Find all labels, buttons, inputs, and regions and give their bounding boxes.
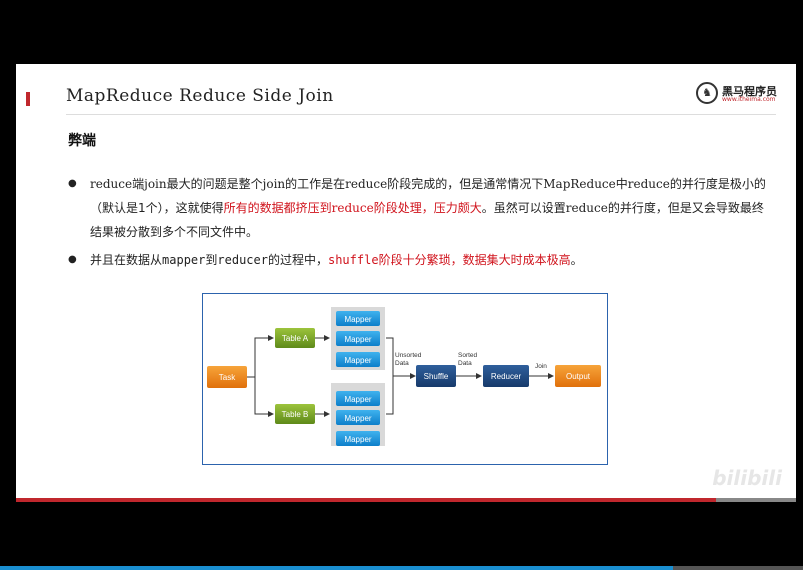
text-run: 的过程中， [267, 253, 328, 267]
bullet-list: ● reduce端join最大的问题是整个join的工作是在reduce阶段完成… [68, 172, 768, 276]
table-b-label: Table B [282, 410, 309, 419]
unsorted-label-2: Data [395, 360, 409, 367]
video-progress-remaining[interactable] [673, 566, 803, 570]
text-run: reducer [217, 253, 268, 267]
connector-mappers-b-shuffle [386, 376, 394, 415]
text-run: reduce [565, 201, 608, 215]
highlight-text: 所有的数据都挤压到 [223, 201, 332, 215]
unsorted-label: Unsorted [395, 352, 422, 359]
mapper-label: Mapper [344, 435, 371, 444]
shuffle-label: Shuffle [424, 372, 449, 381]
text-run: 中 [615, 177, 628, 191]
text-run: join [262, 177, 286, 191]
bullet-item-2: ● 并且在数据从mapper到reducer的过程中，shuffle阶段十分繁琐… [68, 248, 768, 272]
text-run: 。虽然可以设置 [481, 201, 566, 215]
sorted-label: Sorted [458, 352, 478, 359]
section-heading: 弊端 [68, 133, 96, 149]
highlight-text: 阶段处理，压力颇大 [373, 201, 482, 215]
text-run: reduce [90, 177, 133, 191]
text-run: 阶段完成的，但是通常情况下 [387, 177, 544, 191]
table-a-label: Table A [282, 334, 309, 343]
text-run: MapReduce [543, 177, 616, 191]
horse-logo-icon: ♞ [696, 82, 718, 104]
text-run: 到 [205, 253, 218, 267]
mapper-label: Mapper [344, 356, 371, 365]
text-run: 并且在数据从 [90, 253, 163, 267]
text-run: mapper [162, 253, 206, 267]
mapper-label: Mapper [344, 395, 371, 404]
highlight-text: shuffle [327, 253, 379, 267]
bullet-dot-icon: ● [68, 254, 77, 265]
logo-url: www.itheima.com [722, 96, 776, 103]
bilibili-watermark: bilibili [712, 466, 782, 490]
text-run: join [144, 177, 167, 191]
text-run: 的工作是在 [285, 177, 346, 191]
diagram-canvas: Task Table A Table B Mapper Mapper Mappe… [207, 307, 601, 446]
title-accent-bar [26, 92, 30, 106]
mapper-label: Mapper [344, 335, 371, 344]
mapper-label: Mapper [344, 315, 371, 324]
sorted-label-2: Data [458, 360, 472, 367]
text-run: reduce [627, 177, 670, 191]
text-run: reduce [345, 177, 388, 191]
slide-bottom-band-tail [716, 498, 796, 502]
slide-title: MapReduce Reduce Side Join [66, 86, 334, 106]
slide-bottom-band [16, 498, 796, 502]
reduce-side-join-diagram: Task Table A Table B Mapper Mapper Mappe… [202, 293, 608, 465]
brand-logo: ♞ 黑马程序员 www.itheima.com [696, 82, 777, 108]
output-label: Output [566, 372, 591, 381]
text-run: 。 [570, 253, 583, 267]
connector-task-table-b [254, 377, 274, 417]
text-run: 最大的问题是整个 [166, 177, 263, 191]
title-divider [66, 114, 776, 115]
highlight-text: reduce [331, 201, 374, 215]
bullet-item-1: ● reduce端join最大的问题是整个join的工作是在reduce阶段完成… [68, 172, 768, 244]
reducer-label: Reducer [491, 372, 522, 381]
mapper-label: Mapper [344, 414, 371, 423]
text-run: 端 [132, 177, 145, 191]
slide: MapReduce Reduce Side Join ♞ 黑马程序员 www.i… [16, 64, 796, 502]
highlight-text: 阶段十分繁琐，数据集大时成本极高 [378, 253, 571, 267]
connector-task-table-a [247, 335, 274, 378]
task-label: Task [219, 373, 236, 382]
bullet-dot-icon: ● [68, 178, 77, 189]
join-label: Join [535, 363, 547, 370]
